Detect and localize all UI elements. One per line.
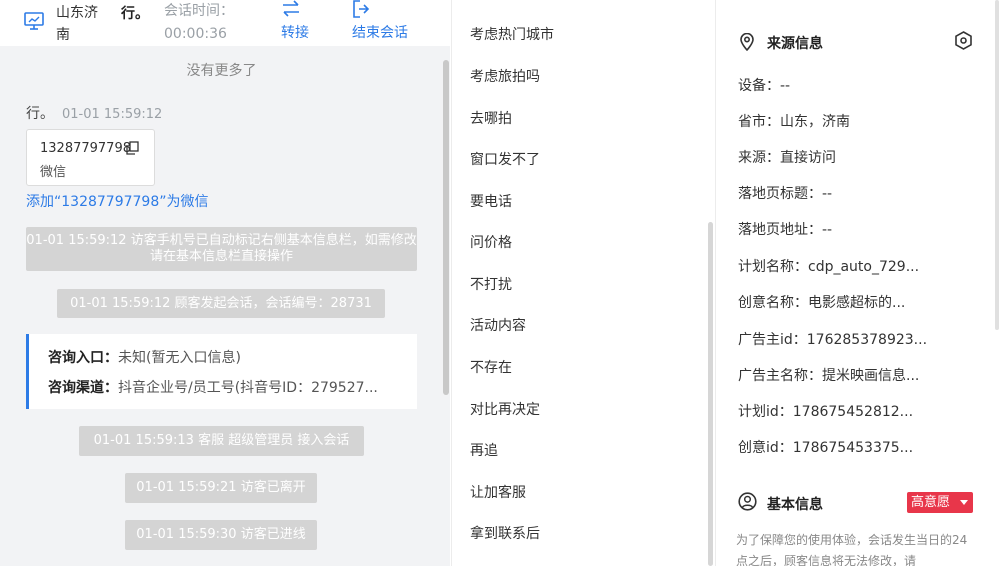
- system-message: 01-01 15:59:21 访客已离开: [125, 473, 317, 503]
- quick-reply-item[interactable]: 不打扰: [470, 274, 512, 294]
- source-info-row: 设备：--: [738, 78, 791, 94]
- session-time-label: 会话时间：: [164, 3, 234, 19]
- source-info-row: 广告主名称：提米映画信息...: [738, 368, 920, 384]
- end-session-button[interactable]: 结束会话: [352, 0, 408, 42]
- system-message: 01-01 15:59:12 顾客发起会话，会话编号：28731: [57, 289, 385, 318]
- chat-scrollbar[interactable]: [443, 60, 449, 395]
- quick-reply-item[interactable]: 考虑旅拍吗: [470, 66, 540, 86]
- source-info-row: 落地页标题：--: [738, 186, 833, 202]
- side-panel-scrollbar[interactable]: [995, 0, 999, 330]
- system-message: 01-01 15:59:30 访客已进线: [125, 520, 317, 550]
- source-info-row: 计划名称：cdp_auto_729...: [738, 259, 920, 275]
- customer-name: 行。: [121, 6, 149, 22]
- quick-reply-item[interactable]: 活动内容: [470, 315, 526, 335]
- quick-reply-item[interactable]: 去哪拍: [470, 108, 512, 128]
- source-info-title: 来源信息: [767, 36, 823, 52]
- caret-down-icon: [960, 500, 968, 505]
- session-time-value: 00:00:36: [164, 26, 227, 42]
- transfer-icon: [283, 0, 299, 17]
- basic-info-title: 基本信息: [767, 497, 823, 513]
- consult-channel-value: 抖音企业号/员工号(抖音号ID：279527...: [118, 380, 378, 396]
- source-info-row: 来源：直接访问: [738, 150, 836, 166]
- quick-reply-item[interactable]: 窗口发不了: [470, 149, 540, 169]
- copy-icon[interactable]: [126, 141, 139, 155]
- quick-reply-item[interactable]: 拿到联系后: [470, 523, 540, 543]
- source-info-row: 计划id：178675452812...: [738, 404, 914, 420]
- quick-reply-scrollbar[interactable]: [708, 222, 713, 566]
- source-info-row: 省市：山东，济南: [738, 114, 850, 130]
- system-message: 01-01 15:59:13 客服 超级管理员 接入会话: [79, 426, 364, 456]
- consult-entry-label: 咨询入口：: [48, 350, 118, 366]
- customer-location: 山东济南: [56, 5, 98, 43]
- quick-reply-item[interactable]: 再追: [470, 440, 498, 460]
- source-info-row: 落地页地址：--: [738, 222, 833, 238]
- basic-info-notice: 为了保障您的使用体验，会话发生当日的24点之后，顾客信息将无法修改，请: [736, 533, 968, 566]
- monitor-icon: [24, 12, 44, 30]
- quick-reply-item[interactable]: 考虑热门城市: [470, 24, 554, 44]
- end-session-label: 结束会话: [352, 25, 408, 41]
- message-sender: 行。: [26, 106, 54, 122]
- intent-level-dropdown[interactable]: 高意愿: [907, 492, 973, 513]
- customer-info-panel: 来源信息 设备：-- 省市：山东，济南 来源：直接访问 落地页标题：-- 落地页…: [715, 0, 999, 566]
- intent-level-label: 高意愿: [911, 495, 951, 510]
- card-phone: 13287797798: [40, 141, 131, 156]
- no-more-text: 没有更多了: [186, 63, 257, 79]
- logout-icon: [353, 0, 370, 18]
- message-time: 01-01 15:59:12: [62, 107, 163, 122]
- quick-reply-item[interactable]: 让加客服: [470, 482, 526, 502]
- source-info-row: 创意id：178675453375...: [738, 440, 914, 456]
- location-pin-icon: [740, 33, 754, 51]
- consult-channel-row: 咨询渠道：抖音企业号/员工号(抖音号ID：279527...: [48, 377, 403, 397]
- quick-reply-item[interactable]: 问价格: [470, 232, 512, 252]
- source-info-row: 创意名称：电影感超标的...: [738, 295, 906, 311]
- transfer-label: 转接: [281, 25, 309, 41]
- source-info-row: 广告主id：176285378923...: [738, 332, 928, 348]
- contact-card: 13287797798 微信: [26, 129, 155, 186]
- consult-channel-label: 咨询渠道：: [48, 380, 118, 396]
- transfer-button[interactable]: 转接: [281, 0, 309, 42]
- chat-header: 山东济南 行。 会话时间： 00:00:36 转接 结束会话: [0, 0, 450, 46]
- quick-reply-item[interactable]: 要电话: [470, 191, 512, 211]
- add-wechat-link[interactable]: 添加“13287797798”为微信: [26, 191, 209, 211]
- quick-reply-list: 考虑热门城市 考虑旅拍吗 去哪拍 窗口发不了 要电话 问价格 不打扰 活动内容 …: [451, 0, 715, 566]
- consult-entry-value: 未知(暂无入口信息): [118, 350, 241, 366]
- quick-reply-item[interactable]: 不存在: [470, 357, 512, 377]
- user-circle-icon: [738, 492, 757, 511]
- consult-entry-row: 咨询入口：未知(暂无入口信息): [48, 347, 403, 367]
- chat-panel: 山东济南 行。 会话时间： 00:00:36 转接 结束会话 没有更多了 行。 0…: [0, 0, 450, 566]
- message-meta: 行。 01-01 15:59:12: [26, 103, 162, 123]
- locate-icon[interactable]: [954, 31, 973, 50]
- consult-info-card: 咨询入口：未知(暂无入口信息) 咨询渠道：抖音企业号/员工号(抖音号ID：279…: [26, 334, 417, 409]
- quick-reply-item[interactable]: 对比再决定: [470, 399, 540, 419]
- card-type: 微信: [40, 165, 67, 180]
- system-message: 01-01 15:59:12 访客手机号已自动标记右侧基本信息栏，如需修改请在基…: [26, 227, 417, 271]
